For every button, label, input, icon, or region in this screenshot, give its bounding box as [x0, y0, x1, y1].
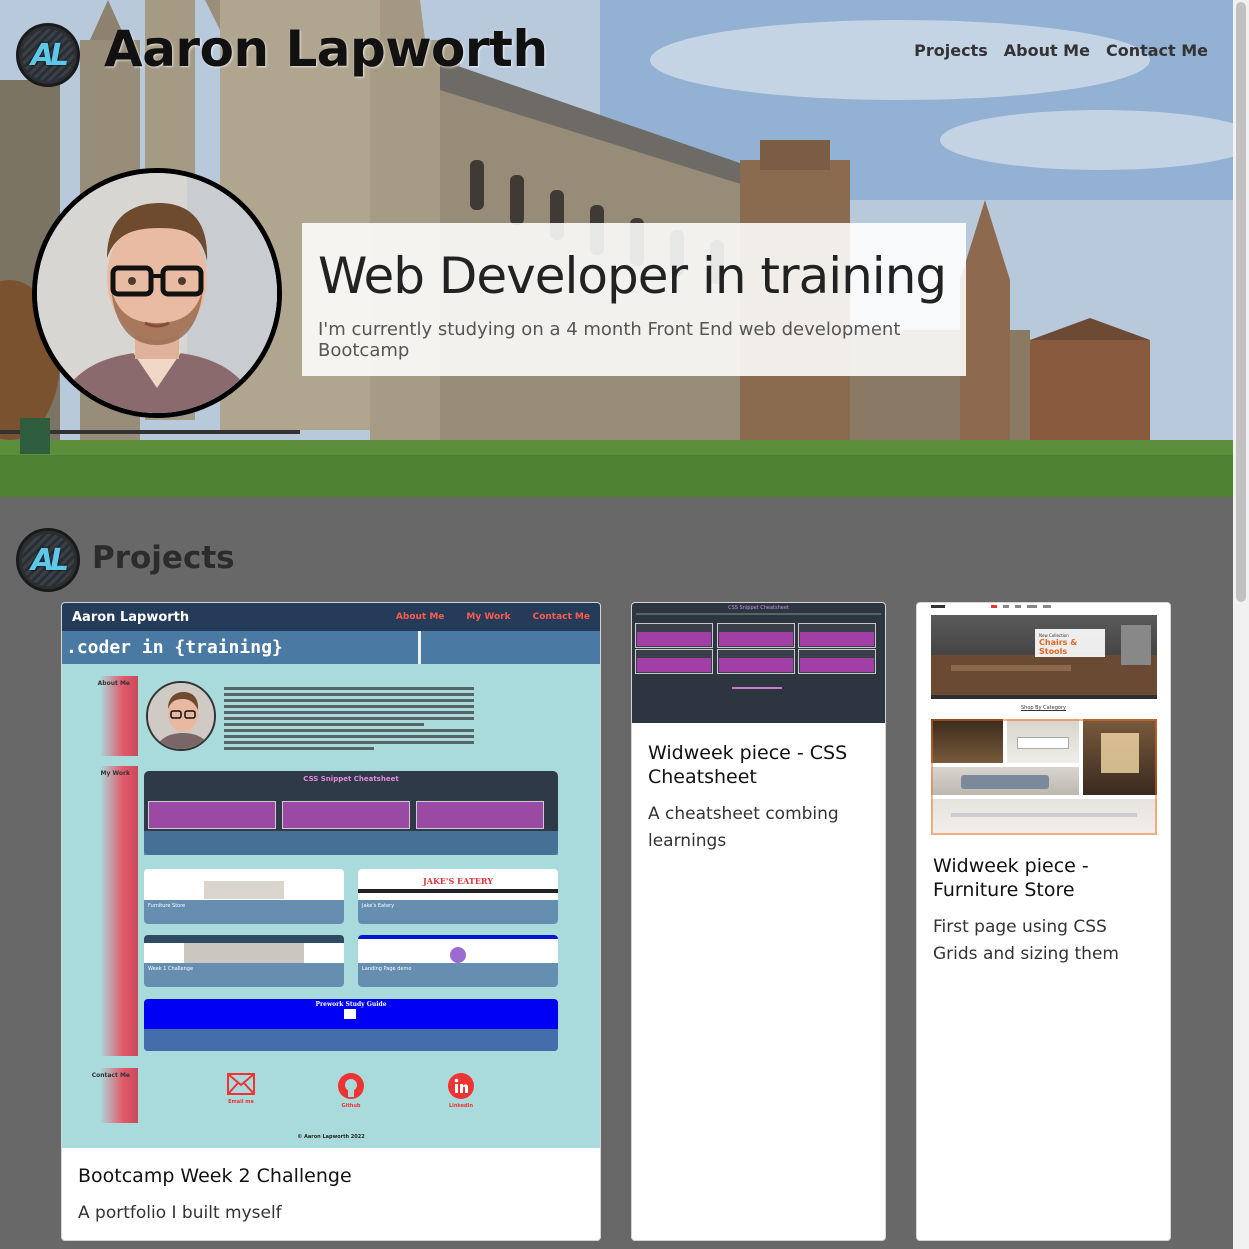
project-card-furniture-store[interactable]: New Collection Chairs & Stools Shop By C…	[916, 602, 1171, 1241]
project-thumbnail-furniture[interactable]: New Collection Chairs & Stools Shop By C…	[917, 603, 1170, 838]
thumb-brand: Aaron Lapworth	[72, 609, 190, 625]
thumb-prework: Prework Study Guide	[144, 999, 558, 1051]
thumb-mini-furniture: Furniture Store	[144, 869, 344, 924]
project-thumbnail-portfolio[interactable]: Aaron Lapworth About Me My Work Contact …	[62, 603, 600, 1148]
thumb-email-icon: Email me	[227, 1073, 255, 1105]
project-card-text: A cheatsheet combing learnings	[648, 804, 839, 851]
nav-link-contact-me[interactable]: Contact Me	[1106, 41, 1208, 60]
thumb-cheatsheet-title: CSS Snippet Cheatsheet	[728, 605, 789, 611]
profile-photo	[32, 168, 282, 418]
thumb-profile-photo	[146, 681, 216, 751]
site-title[interactable]: Aaron Lapworth	[104, 20, 548, 78]
thumb-banner-text: .coder in {training}	[66, 637, 283, 658]
project-card-title: Widweek piece - Furniture Store	[933, 855, 1089, 901]
hero-banner: AL Aaron Lapworth Projects About Me Cont…	[0, 0, 1233, 497]
nav-link-about-me[interactable]: About Me	[1004, 41, 1090, 60]
project-thumbnail-cheatsheet[interactable]: CSS Snippet Cheatsheet	[632, 603, 885, 723]
thumb-mini-jakes: JAKE'S EATERY Jake's Eatery	[358, 869, 558, 924]
thumb-cheatsheet: CSS Snippet Cheatsheet	[144, 771, 558, 855]
thumb-side-contact: Contact Me	[92, 1068, 138, 1123]
thumb-nav-work: My Work	[466, 612, 511, 622]
projects-logo: AL	[16, 528, 80, 592]
thumb-mini-week1: Week 1 Challenge	[144, 935, 344, 987]
hero-heading: Web Developer in training	[318, 247, 947, 305]
site-logo[interactable]: AL	[16, 23, 80, 87]
thumb-furniture-headline: Chairs & Stools	[1039, 638, 1078, 656]
project-card-text: First page using CSS Grids and sizing th…	[933, 917, 1119, 964]
thumb-furniture-hero: New Collection Chairs & Stools	[931, 615, 1157, 699]
thumb-nav-about: About Me	[395, 612, 445, 622]
thumb-side-work: My Work	[100, 766, 138, 1056]
nav-link-projects[interactable]: Projects	[914, 41, 988, 60]
thumb-banner: .coder in {training}	[62, 631, 600, 664]
hero-subheading: I'm currently studying on a 4 month Fron…	[318, 319, 901, 361]
thumb-linkedin-icon: LinkedIn	[448, 1073, 474, 1109]
main-nav: Projects About Me Contact Me	[914, 41, 1208, 60]
thumb-navbar: Aaron Lapworth About Me My Work Contact …	[62, 603, 600, 631]
vertical-scrollbar[interactable]	[1233, 0, 1249, 1249]
thumb-copyright: © Aaron Lapworth 2022	[297, 1134, 365, 1140]
thumb-shop-label: Shop By Category	[1021, 705, 1066, 711]
project-card-title: Bootcamp Week 2 Challenge	[78, 1165, 352, 1187]
project-card-css-cheatsheet[interactable]: CSS Snippet Cheatsheet Widweek piece - C…	[631, 602, 886, 1241]
project-card-bootcamp-week-2[interactable]: Aaron Lapworth About Me My Work Contact …	[61, 602, 601, 1241]
projects-section-title: Projects	[92, 540, 235, 576]
thumb-side-about: About Me	[98, 676, 138, 756]
scrollbar-thumb[interactable]	[1236, 2, 1246, 602]
thumb-github-icon: Github	[338, 1073, 364, 1109]
hero-intro-box: Web Developer in training I'm currently …	[302, 223, 966, 376]
thumb-mini-landing: Landing Page demo	[358, 935, 558, 987]
project-card-title: Widweek piece - CSS Cheatsheet	[648, 742, 848, 788]
project-card-text: A portfolio I built myself	[78, 1203, 282, 1223]
thumb-about-text	[224, 687, 474, 753]
thumb-nav-contact: Contact Me	[532, 612, 590, 622]
